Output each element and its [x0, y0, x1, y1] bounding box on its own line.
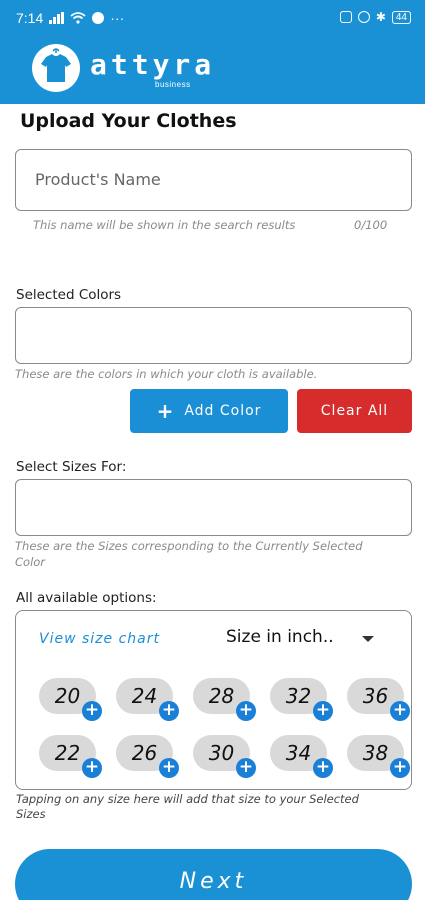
size-options-panel: View size chart Size in inch.. 20 + 24 + 2…: [15, 610, 412, 790]
add-size-icon[interactable]: +: [313, 701, 333, 721]
size-chip[interactable]: 38 +: [347, 735, 410, 778]
selected-colors-helper: These are the colors in which your cloth…: [15, 367, 318, 381]
size-options-hint: Tapping on any size here will add that s…: [16, 792, 359, 821]
more-notifications-icon: ···: [110, 10, 125, 26]
product-name-counter: 0/100: [354, 218, 388, 232]
status-bar: 7:14 ··· ✱ 44: [0, 0, 425, 36]
view-size-chart-link[interactable]: View size chart: [39, 631, 160, 647]
tshirt-logo-icon: [32, 44, 80, 92]
size-chip[interactable]: 20 +: [39, 678, 102, 721]
page-title: Upload Your Clothes: [20, 110, 237, 132]
plus-icon: +: [156, 399, 175, 423]
add-size-icon[interactable]: +: [390, 701, 410, 721]
selected-sizes-field[interactable]: [15, 479, 412, 536]
selected-colors-label: Selected Colors: [16, 287, 122, 303]
status-time: 7:14: [16, 10, 44, 26]
next-button[interactable]: Next: [15, 849, 412, 900]
add-size-icon[interactable]: +: [159, 758, 179, 778]
alarm-icon: [357, 11, 370, 23]
battery-icon: 44: [391, 10, 411, 24]
add-color-label: Add Color: [184, 403, 262, 419]
product-name-placeholder: Product's Name: [35, 170, 161, 189]
add-size-icon[interactable]: +: [390, 758, 410, 778]
vibrate-icon: [339, 11, 352, 23]
selected-sizes-helper: These are the Sizes corresponding to the…: [15, 539, 363, 569]
product-name-input[interactable]: Product's Name: [15, 149, 412, 211]
brand-name: attyra: [90, 48, 216, 81]
size-chip[interactable]: 26 +: [116, 735, 179, 778]
bluetooth-icon: ✱: [375, 10, 386, 24]
size-chip[interactable]: 34 +: [270, 735, 333, 778]
add-color-button[interactable]: + Add Color: [130, 389, 288, 433]
size-chip[interactable]: 32 +: [270, 678, 333, 721]
add-size-icon[interactable]: +: [82, 758, 102, 778]
product-name-helper: This name will be shown in the search re…: [33, 218, 296, 232]
size-chip[interactable]: 28 +: [193, 678, 256, 721]
size-chip[interactable]: 36 +: [347, 678, 410, 721]
clear-all-button[interactable]: Clear All: [297, 389, 412, 433]
size-chip[interactable]: 30 +: [193, 735, 256, 778]
dropdown-arrow-icon[interactable]: [362, 636, 374, 642]
app-bar: attyra business: [0, 36, 425, 104]
selected-colors-field[interactable]: [15, 307, 412, 364]
add-size-icon[interactable]: +: [159, 701, 179, 721]
all-options-label: All available options:: [16, 590, 157, 606]
wifi-icon: [70, 12, 86, 24]
brand-subtitle: business: [155, 80, 191, 89]
select-sizes-label: Select Sizes For:: [16, 459, 127, 475]
add-size-icon[interactable]: +: [236, 701, 256, 721]
size-unit-dropdown[interactable]: Size in inch..: [226, 627, 334, 647]
add-size-icon[interactable]: +: [236, 758, 256, 778]
add-size-icon[interactable]: +: [82, 701, 102, 721]
size-chip[interactable]: 24 +: [116, 678, 179, 721]
call-icon: [92, 12, 105, 24]
add-size-icon[interactable]: +: [313, 758, 333, 778]
size-chip[interactable]: 22 +: [39, 735, 102, 778]
signal-icon: [49, 12, 65, 24]
